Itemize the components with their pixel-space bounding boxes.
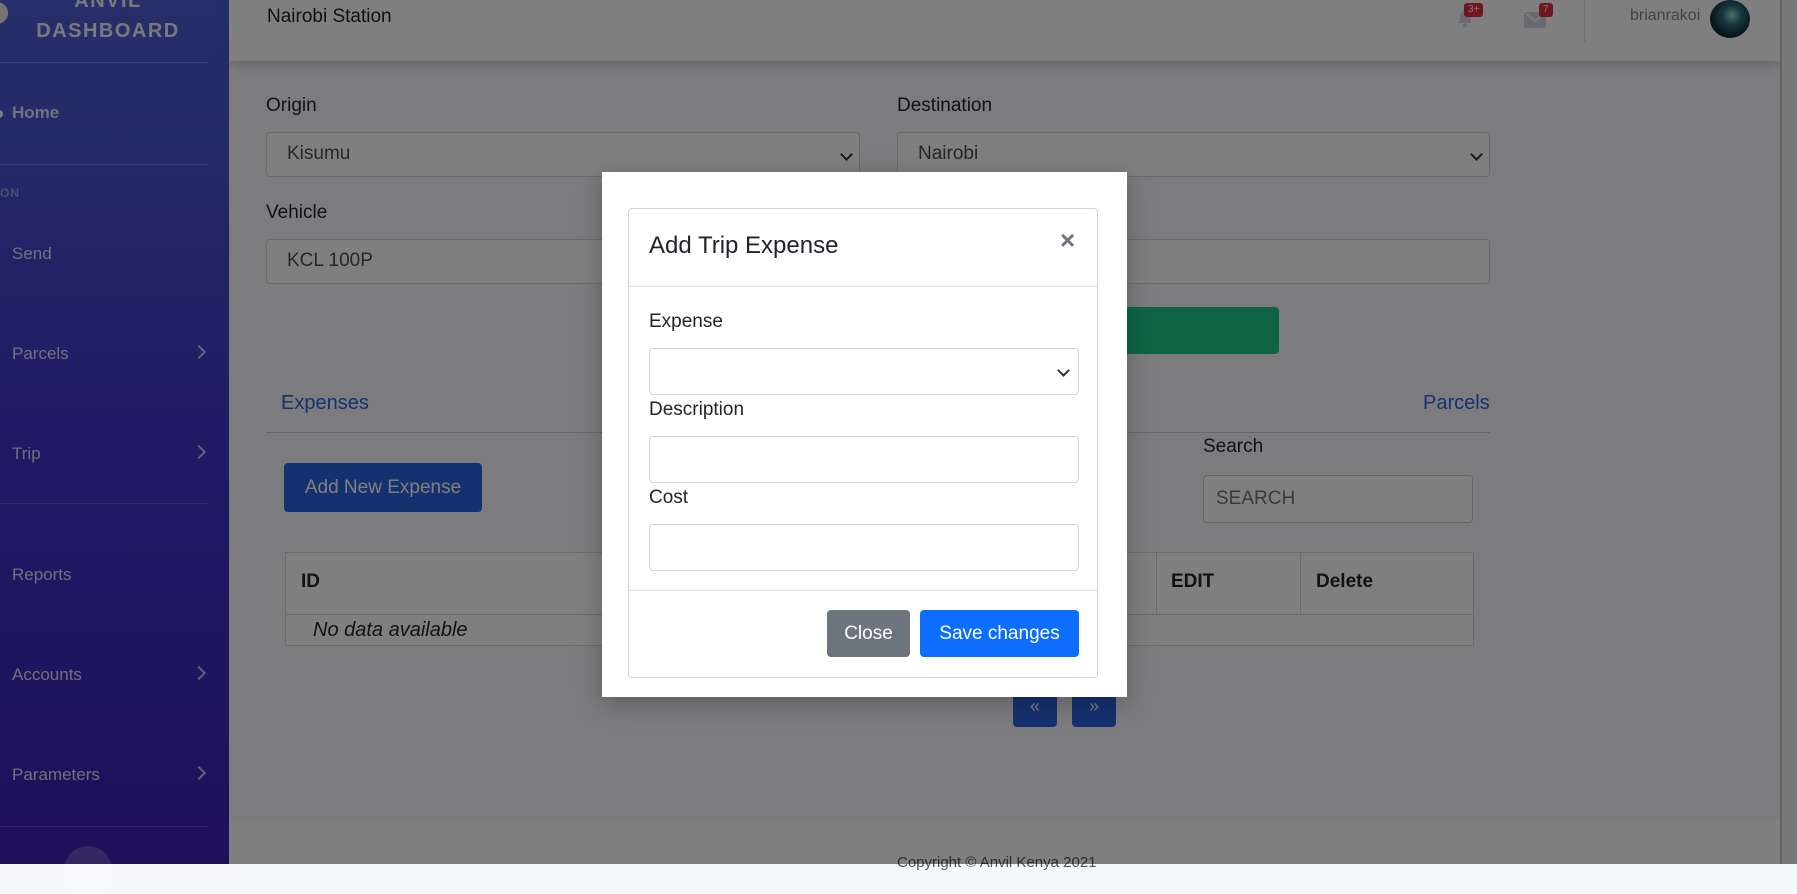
close-icon[interactable]: ×: [1060, 225, 1075, 256]
chevron-down-icon: [1057, 364, 1070, 377]
save-changes-button[interactable]: Save changes: [920, 610, 1079, 657]
expense-select[interactable]: [649, 348, 1079, 395]
modal-title: Add Trip Expense: [649, 232, 839, 259]
description-label: Description: [649, 399, 745, 420]
description-field[interactable]: [649, 436, 1079, 483]
modal-content: Add Trip Expense × Expense Description C…: [628, 208, 1098, 678]
modal-dialog: Add Trip Expense × Expense Description C…: [602, 172, 1127, 697]
close-button[interactable]: Close: [827, 610, 910, 657]
expense-label: Expense: [649, 311, 723, 332]
modal-header-divider: [629, 286, 1097, 287]
cost-field[interactable]: [649, 524, 1079, 571]
cost-label: Cost: [649, 487, 689, 508]
modal-footer-divider: [629, 590, 1097, 591]
